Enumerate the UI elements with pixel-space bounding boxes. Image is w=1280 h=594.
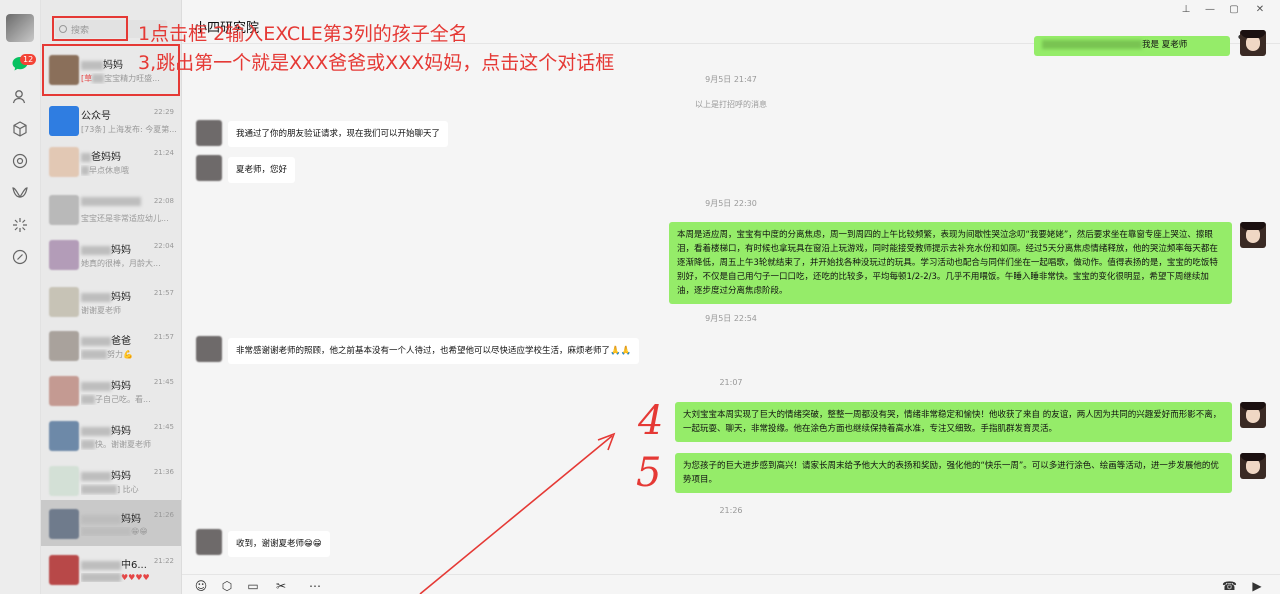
message-in: 收到，谢谢夏老师😁😁 [228, 531, 330, 557]
left-nav-rail: 12 [0, 0, 41, 594]
chat-window: 小四研究院 ⊥ — ▢ ✕ ••• 我是 夏老师 9月5日 21:47 以上是打… [182, 0, 1280, 594]
contact-avatar [196, 155, 222, 181]
self-avatar [1240, 402, 1266, 428]
contact-avatar [196, 529, 222, 555]
list-item[interactable]: 爸妈妈 21:24 早点休息哦 [41, 138, 181, 189]
list-item[interactable]: 中6... 21:22 ♥♥♥♥ [41, 546, 181, 594]
message-in: 非常感谢谢老师的照顾，他之前基本没有一个人待过，也希望他可以尽快适应学校生活，麻… [228, 338, 640, 364]
self-avatar [1240, 30, 1266, 56]
list-item[interactable]: 妈妈 21:45 子自己吃。看... [41, 367, 181, 418]
self-avatar [1240, 222, 1266, 248]
timestamp: 9月5日 21:47 [705, 75, 757, 84]
annotation-step1: 1点击框 2输入EXCLE第3列的孩子全名 [138, 23, 468, 45]
close-icon[interactable]: ✕ [1252, 4, 1268, 15]
list-item[interactable]: 爸爸 21:57 努力💪 [41, 322, 181, 373]
phone-icon[interactable]: ☎ [1222, 579, 1237, 593]
channels-icon[interactable] [11, 184, 29, 202]
annotation-number-5: 5 [636, 450, 662, 496]
message-out: 本周是适应周，宝宝有中度的分离焦虑，周一到周四的上午比较频繁，表现为间歇性哭泣念… [669, 222, 1232, 304]
message-out: 为您孩子的巨大进步感到高兴！请家长周末给予他大大的表扬和奖励，强化他的“快乐一周… [675, 453, 1232, 493]
chat-bubble-icon[interactable]: ⋯ [308, 579, 322, 593]
moments-icon[interactable] [11, 152, 29, 170]
timestamp: 9月5日 22:54 [705, 314, 757, 323]
system-message: 以上是打招呼的消息 [695, 100, 767, 109]
message-out: 大刘宝宝本周实现了巨大的情绪突破，整整一周都没有哭，情绪非常稳定和愉快！他收获了… [675, 402, 1232, 442]
list-item[interactable]: 22:08 宝宝还是非常适应幼儿... [41, 186, 181, 237]
link-icon[interactable] [11, 248, 29, 266]
annotation-box-search [52, 16, 128, 41]
message-in: 我通过了你的朋友验证请求，现在我们可以开始聊天了 [228, 121, 449, 147]
minimize-icon[interactable]: — [1202, 4, 1218, 15]
message-out-partial: 我是 夏老师 [1034, 36, 1230, 56]
self-avatar [1240, 453, 1266, 479]
input-toolbar: ☺ ⬡ ▭ ✂ ⋯ ☎ ▶ [182, 574, 1280, 594]
scissors-icon[interactable]: ✂ [274, 579, 288, 593]
sparkle-icon[interactable] [11, 216, 29, 234]
unread-badge: 12 [20, 54, 37, 65]
timestamp: 21:07 [719, 378, 743, 387]
contact-avatar [196, 120, 222, 146]
message-in: 夏老师，您好 [228, 157, 296, 183]
list-item[interactable]: 妈妈 22:04 她真的很棒，月龄大... [41, 231, 181, 282]
maximize-icon[interactable]: ▢ [1226, 4, 1242, 15]
user-avatar[interactable] [6, 14, 34, 42]
contact-avatar [196, 336, 222, 362]
folder-icon[interactable]: ▭ [246, 579, 260, 593]
emoji-icon[interactable]: ☺ [194, 579, 208, 593]
cube-icon[interactable] [11, 120, 29, 138]
cube-icon[interactable]: ⬡ [220, 579, 234, 593]
annotation-number-4: 4 [638, 398, 664, 444]
timestamp: 21:26 [719, 506, 743, 515]
list-item[interactable]: 妈妈 21:45 快。谢谢夏老师 [41, 412, 181, 463]
video-icon[interactable]: ▶ [1250, 579, 1264, 593]
contacts-icon[interactable] [11, 88, 29, 106]
annotation-step3: 3,跳出第一个就是XXX爸爸或XXX妈妈，点击这个对话框 [138, 52, 615, 74]
pin-icon[interactable]: ⊥ [1178, 4, 1194, 15]
list-item-active[interactable]: 妈妈 21:26 😁😁 [41, 500, 181, 546]
timestamp: 9月5日 22:30 [705, 199, 757, 208]
